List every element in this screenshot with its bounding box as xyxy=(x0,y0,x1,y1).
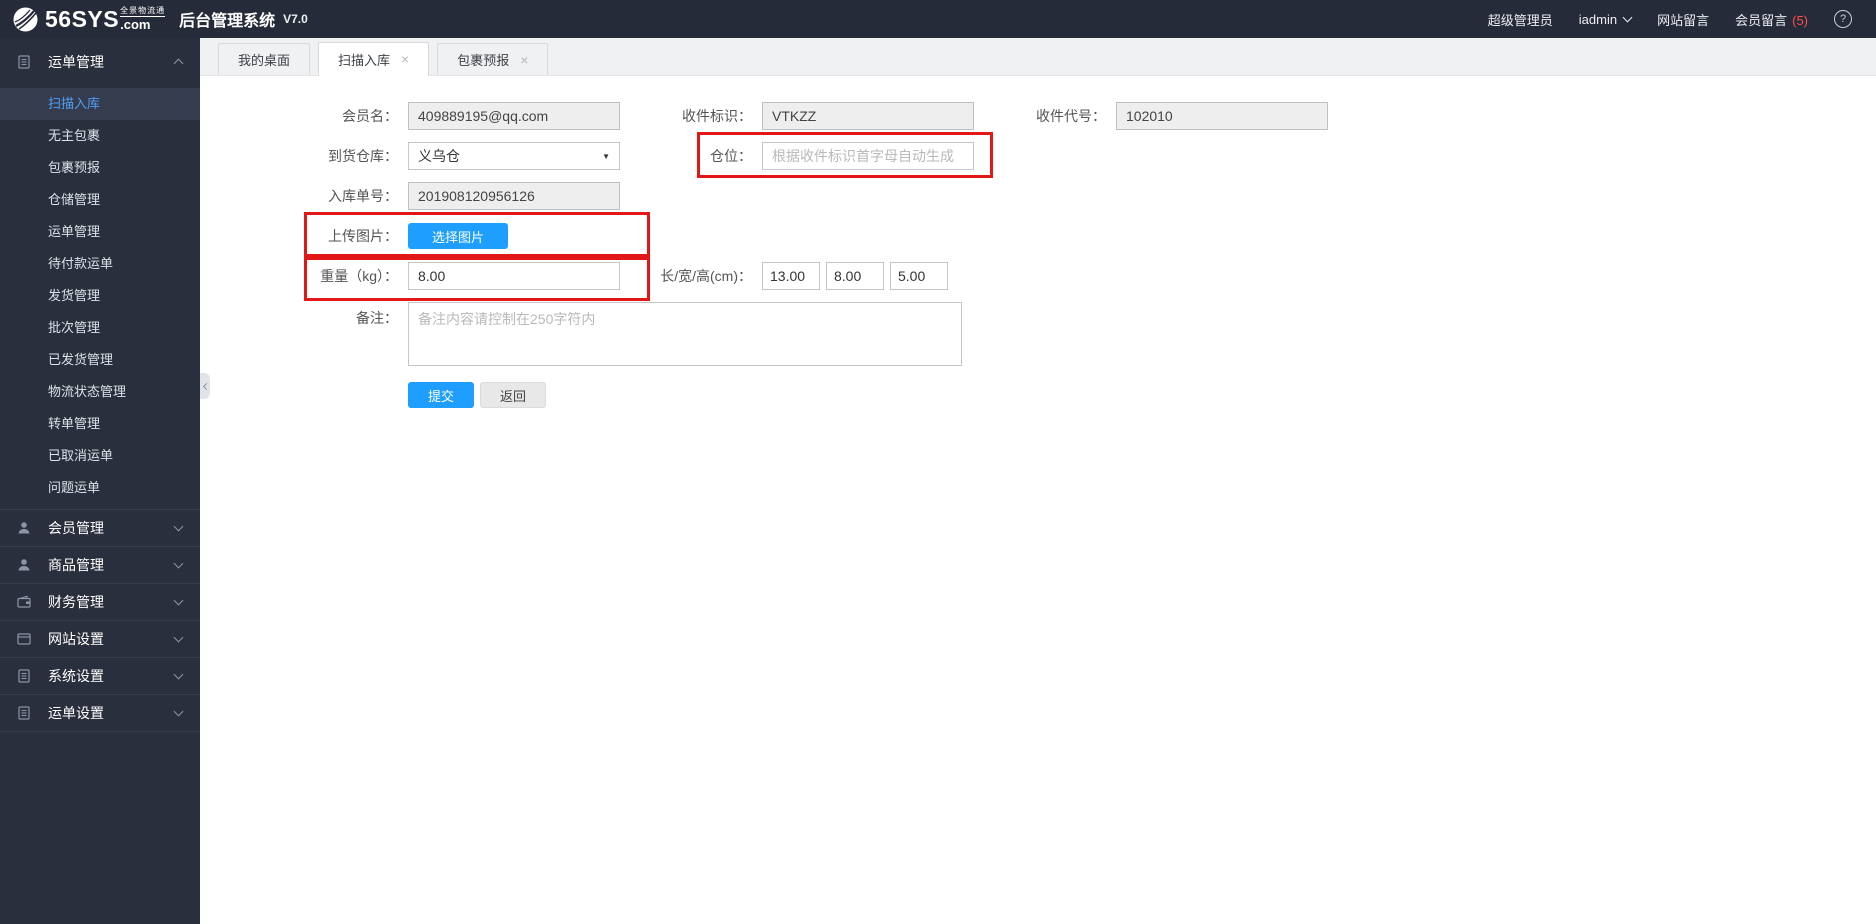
sidebar-item-package-forecast[interactable]: 包裹预报 xyxy=(0,152,200,184)
user-role-label: 超级管理员 xyxy=(1487,12,1553,28)
submit-button[interactable]: 提交 xyxy=(408,382,474,408)
site-messages-link[interactable]: 网站留言 xyxy=(1657,10,1709,29)
tab-bar: 我的桌面 扫描入库 × 包裹预报 × xyxy=(200,38,1876,76)
member-name-input xyxy=(408,102,620,130)
sidebar-group-website-settings[interactable]: 网站设置 xyxy=(0,620,200,657)
user-icon xyxy=(18,522,30,534)
browser-icon xyxy=(17,633,31,645)
document-icon xyxy=(18,54,30,69)
weight-label: 重量（kg）： xyxy=(320,268,398,284)
sidebar-item-warehouse-management[interactable]: 仓储管理 xyxy=(0,184,200,216)
top-header: 56SYS 全景物流通 .com 后台管理系统 V7.0 超级管理员 iadmi… xyxy=(0,0,1876,38)
message-count-badge: (5) xyxy=(1792,12,1808,28)
weight-input[interactable] xyxy=(408,262,620,290)
tab-scan-inbound[interactable]: 扫描入库 × xyxy=(318,42,430,76)
tab-my-desktop[interactable]: 我的桌面 xyxy=(218,43,311,75)
sidebar-group-label: 网站设置 xyxy=(48,631,104,647)
chevron-down-icon xyxy=(173,521,184,532)
sidebar-group-label: 运单设置 xyxy=(48,705,104,721)
app-version: V7.0 xyxy=(283,12,308,26)
remark-textarea[interactable] xyxy=(408,302,962,366)
sidebar-group-label: 商品管理 xyxy=(48,557,104,573)
bin-location-label: 仓位： xyxy=(710,148,752,164)
sidebar-item-cancelled-waybills[interactable]: 已取消运单 xyxy=(0,440,200,472)
height-input[interactable] xyxy=(890,262,948,290)
chevron-down-icon xyxy=(173,632,184,643)
sidebar-group-label: 会员管理 xyxy=(48,520,104,536)
sidebar-group-waybill-management[interactable]: 运单管理 xyxy=(0,38,200,85)
globe-swoosh-icon xyxy=(13,7,38,31)
app-title: 后台管理系统 xyxy=(179,13,276,30)
scan-inbound-form: 会员名： 收件标识： 收件代号： 到货仓库： 义乌仓 ▼ 仓位： xyxy=(200,76,1876,409)
length-input[interactable] xyxy=(762,262,820,290)
tab-package-forecast[interactable]: 包裹预报 × xyxy=(437,43,549,75)
tab-label: 我的桌面 xyxy=(238,53,291,68)
sidebar-item-batch-management[interactable]: 批次管理 xyxy=(0,312,200,344)
help-icon[interactable]: ? xyxy=(1834,10,1852,28)
receiver-mark-label: 收件标识： xyxy=(682,108,752,124)
warehouse-selected-value: 义乌仓 xyxy=(418,148,460,164)
sidebar-group-waybill-settings[interactable]: 运单设置 xyxy=(0,694,200,731)
help-glyph: ? xyxy=(1839,13,1847,25)
receiver-code-label: 收件代号： xyxy=(1036,108,1106,124)
sidebar-group-label: 系统设置 xyxy=(48,668,104,684)
inbound-no-input xyxy=(408,182,620,210)
receiver-code-input xyxy=(1116,102,1328,130)
wallet-icon xyxy=(17,595,31,608)
close-icon[interactable]: × xyxy=(401,52,409,66)
sidebar-item-logistics-status-management[interactable]: 物流状态管理 xyxy=(0,376,200,408)
width-input[interactable] xyxy=(826,262,884,290)
sidebar-item-waybill-management[interactable]: 运单管理 xyxy=(0,216,200,248)
sidebar-group-product-management[interactable]: 商品管理 xyxy=(0,546,200,583)
user-menu[interactable]: iadmin xyxy=(1578,11,1633,27)
sidebar-item-pending-payment-waybills[interactable]: 待付款运单 xyxy=(0,248,200,280)
sidebar-group-label: 运单管理 xyxy=(48,53,104,70)
sidebar-item-shipped-management[interactable]: 已发货管理 xyxy=(0,344,200,376)
remark-label: 备注： xyxy=(356,310,398,326)
upload-image-label: 上传图片： xyxy=(328,228,398,244)
sidebar-item-transfer-management[interactable]: 转单管理 xyxy=(0,408,200,440)
sidebar-group-label: 财务管理 xyxy=(48,594,104,610)
warehouse-select[interactable]: 义乌仓 ▼ xyxy=(408,142,620,170)
logo: 56SYS 全景物流通 .com xyxy=(12,5,166,33)
sidebar-item-shipping-management[interactable]: 发货管理 xyxy=(0,280,200,312)
back-button[interactable]: 返回 xyxy=(480,382,546,408)
user-icon xyxy=(18,559,30,571)
chevron-down-icon xyxy=(173,669,184,680)
receiver-mark-input xyxy=(762,102,974,130)
sidebar-item-unclaimed-packages[interactable]: 无主包裹 xyxy=(0,120,200,152)
sidebar-submenu: 扫描入库 无主包裹 包裹预报 仓储管理 运单管理 待付款运单 发货管理 批次管理… xyxy=(0,85,200,509)
username: iadmin xyxy=(1578,11,1618,27)
document-icon xyxy=(18,669,30,683)
dimensions-label: 长/宽/高(cm)： xyxy=(660,268,752,284)
sidebar-group-member-management[interactable]: 会员管理 xyxy=(0,509,200,546)
bin-location-input[interactable] xyxy=(762,142,974,170)
content-area: 会员名： 收件标识： 收件代号： 到货仓库： 义乌仓 ▼ 仓位： xyxy=(200,76,1876,924)
sidebar-divider xyxy=(0,731,200,732)
member-messages-label: 会员留言 xyxy=(1735,12,1788,28)
chevron-down-icon xyxy=(1622,12,1633,23)
sidebar-group-finance-management[interactable]: 财务管理 xyxy=(0,583,200,620)
inbound-no-label: 入库单号： xyxy=(328,188,398,204)
logo-subtitle: 全景物流通 xyxy=(120,6,166,17)
warehouse-label: 到货仓库： xyxy=(328,148,398,164)
sidebar-item-scan-inbound[interactable]: 扫描入库 xyxy=(0,88,200,120)
tab-label: 包裹预报 xyxy=(457,53,510,68)
logo-text: 56SYS xyxy=(45,5,120,32)
choose-image-button[interactable]: 选择图片 xyxy=(408,223,508,249)
chevron-down-icon xyxy=(173,595,184,606)
chevron-down-icon xyxy=(173,706,184,717)
member-name-label: 会员名： xyxy=(342,108,398,124)
tab-label: 扫描入库 xyxy=(338,52,391,68)
close-icon[interactable]: × xyxy=(520,53,528,67)
logo-domain: .com xyxy=(120,17,151,32)
sidebar-item-problem-waybills[interactable]: 问题运单 xyxy=(0,472,200,504)
select-caret-icon: ▼ xyxy=(602,151,610,161)
document-icon xyxy=(18,706,30,720)
sidebar: 运单管理 扫描入库 无主包裹 包裹预报 仓储管理 运单管理 待付款运单 发货管理… xyxy=(0,38,200,924)
chevron-up-icon xyxy=(173,58,184,68)
member-messages-link[interactable]: 会员留言 (5) xyxy=(1735,10,1808,29)
chevron-down-icon xyxy=(173,558,184,569)
sidebar-group-system-settings[interactable]: 系统设置 xyxy=(0,657,200,694)
